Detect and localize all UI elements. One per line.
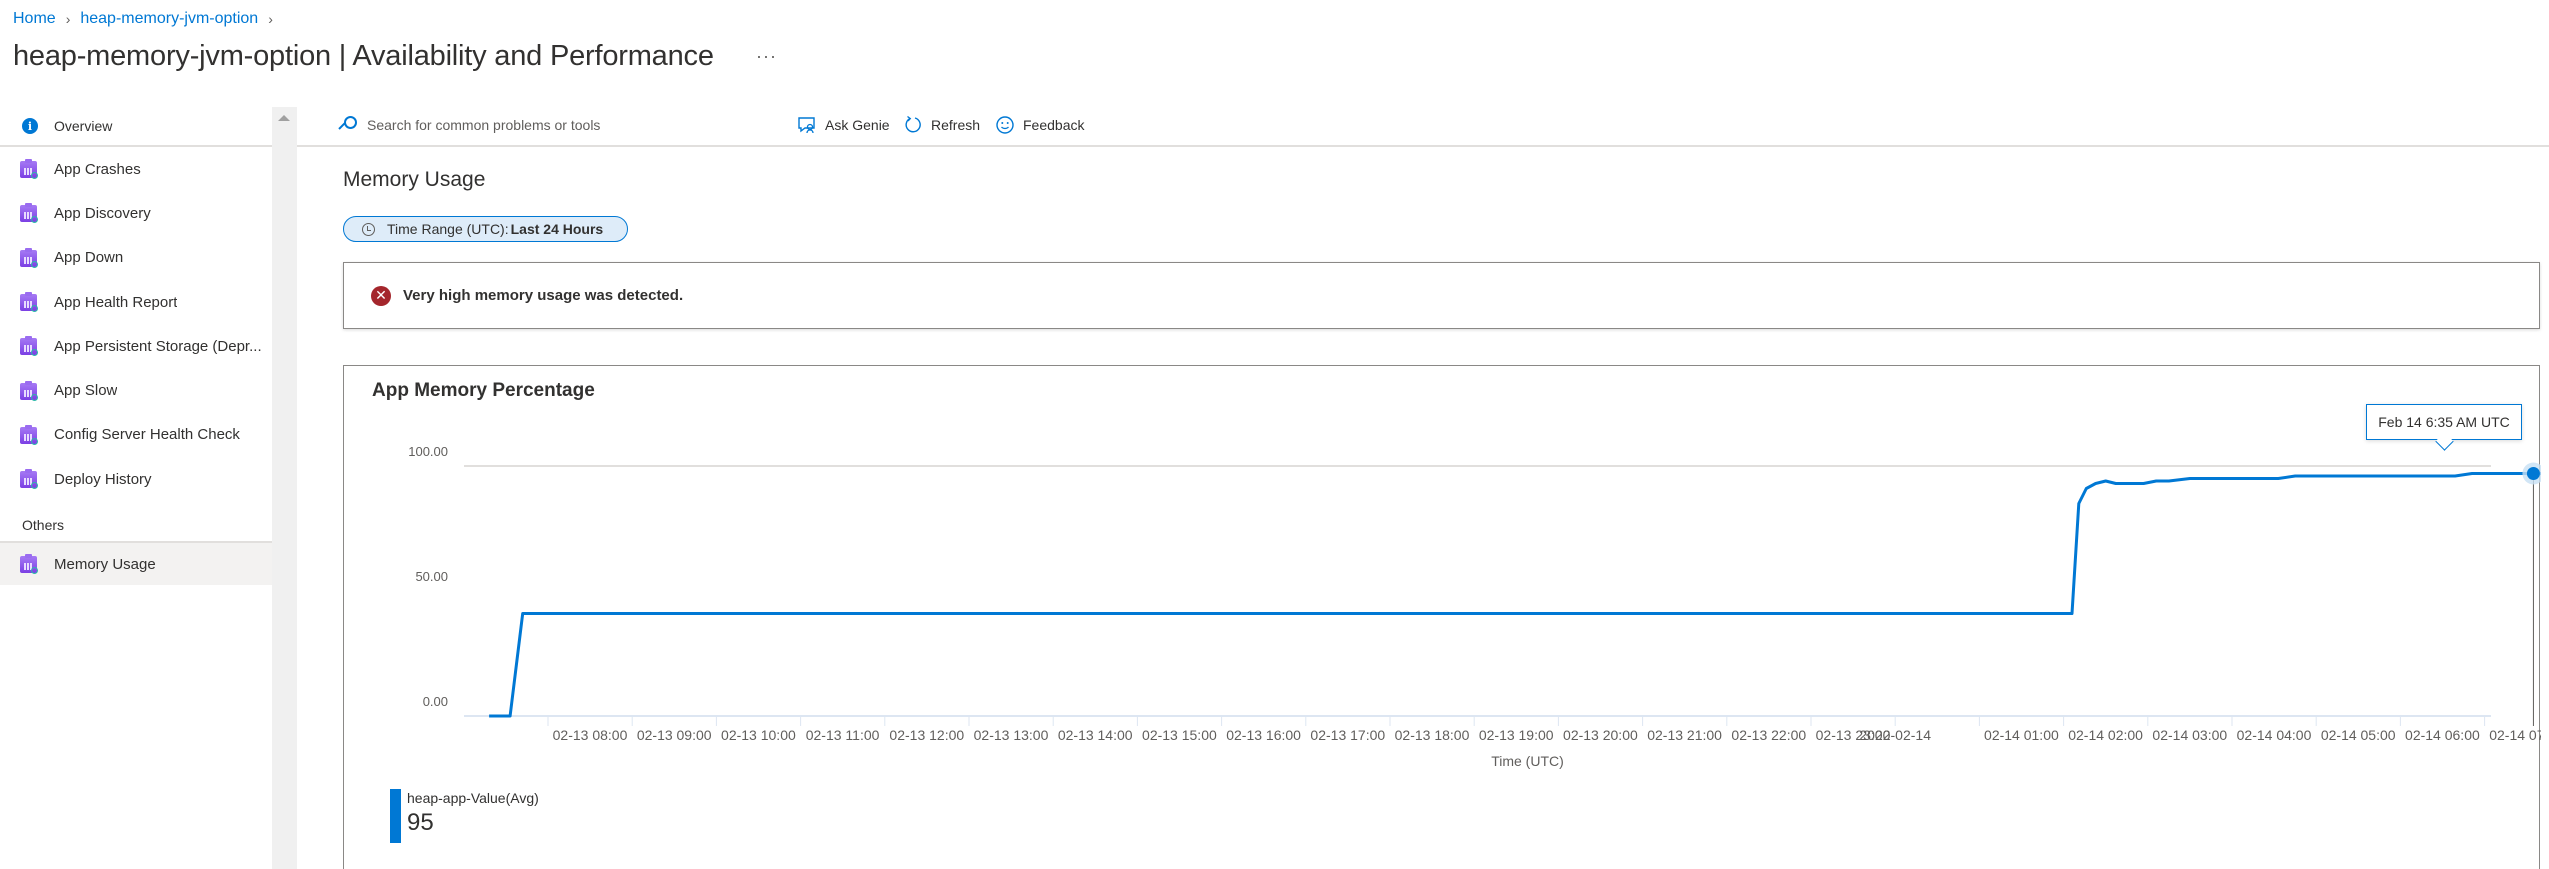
legend-series-name: heap-app-Value(Avg) bbox=[407, 790, 539, 806]
sidebar-item-app-health-report[interactable]: App Health Report bbox=[0, 280, 272, 324]
x-tick-label: 02-13 08:00 bbox=[553, 727, 628, 743]
diagnostic-report-icon bbox=[20, 336, 38, 357]
x-tick-label: 02-13 12:00 bbox=[889, 727, 964, 743]
time-range-prefix: Time Range (UTC): bbox=[387, 221, 509, 237]
time-range-button[interactable]: Time Range (UTC): Last 24 Hours bbox=[343, 216, 628, 242]
x-tick-label: 02-14 02:00 bbox=[2068, 727, 2143, 743]
y-tick-label: 50.00 bbox=[415, 569, 448, 584]
x-tick-label: 02-13 10:00 bbox=[721, 727, 796, 743]
breadcrumb: Home › heap-memory-jvm-option › bbox=[13, 10, 273, 28]
sidebar-item-label: Deploy History bbox=[54, 470, 152, 488]
series-line bbox=[489, 472, 2541, 718]
highlight-point bbox=[2526, 467, 2540, 480]
x-tick-label: 2022-02-14 bbox=[1859, 727, 1931, 743]
x-tick-label: 02-13 22:00 bbox=[1731, 727, 1806, 743]
legend-color-swatch bbox=[390, 789, 401, 843]
diagnostic-report-icon bbox=[20, 424, 38, 445]
scroll-up-arrow-icon[interactable] bbox=[278, 115, 290, 121]
refresh-label: Refresh bbox=[931, 117, 981, 133]
chart-legend[interactable]: heap-app-Value(Avg) 95 bbox=[390, 789, 539, 843]
memory-line-chart[interactable]: 0.00 50.00 100.00 02-13 08:00 02-13 09:00 02-… bbox=[344, 366, 2541, 869]
chevron-right-icon: › bbox=[65, 11, 71, 27]
search-input[interactable]: Search for common problems or tools bbox=[337, 115, 600, 135]
diagnostic-report-icon bbox=[20, 469, 38, 490]
sidebar-group-others: Others bbox=[22, 517, 65, 534]
diagnostic-report-icon bbox=[20, 380, 38, 401]
breadcrumb-home[interactable]: Home bbox=[13, 10, 56, 28]
x-tick-label: 02-13 16:00 bbox=[1226, 727, 1301, 743]
x-tick-label: 02-13 20:00 bbox=[1563, 727, 1638, 743]
x-tick-label: 02-13 21:00 bbox=[1647, 727, 1722, 743]
sidebar-item-app-discovery[interactable]: App Discovery bbox=[0, 191, 272, 235]
sidebar-item-label: App Down bbox=[54, 249, 124, 267]
x-tick-label: 02-13 19:00 bbox=[1479, 727, 1554, 743]
search-icon bbox=[337, 115, 357, 135]
x-tick-label: 02-14 01:00 bbox=[1984, 727, 2059, 743]
chevron-right-icon: › bbox=[268, 11, 273, 27]
sidebar-item-label: App Health Report bbox=[54, 293, 178, 311]
sidebar-item-app-crashes[interactable]: App Crashes bbox=[0, 147, 272, 191]
y-tick-label: 100.00 bbox=[408, 444, 448, 459]
time-range-value: Last 24 Hours bbox=[510, 221, 604, 237]
smiley-icon bbox=[995, 115, 1015, 135]
x-tick-label: 02-13 15:00 bbox=[1142, 727, 1217, 743]
sidebar-item-app-down[interactable]: App Down bbox=[0, 236, 272, 280]
ask-genie-button[interactable]: Ask Genie bbox=[797, 115, 890, 135]
sidebar-item-app-persistent-storage-depr[interactable]: App Persistent Storage (Depr... bbox=[0, 324, 272, 368]
x-tick-label: 02-14 06:00 bbox=[2405, 727, 2480, 743]
toolbar: Search for common problems or tools Ask … bbox=[297, 107, 2549, 147]
page-title: heap-memory-jvm-option | Availability an… bbox=[13, 40, 714, 72]
sidebar-scrollbar[interactable] bbox=[272, 107, 297, 869]
x-tick-label: 02-13 14:00 bbox=[1058, 727, 1133, 743]
diagnostic-report-icon bbox=[20, 554, 38, 575]
sidebar-item-label: App Discovery bbox=[54, 204, 151, 222]
chart-card: App Memory Percentage 0.00 50.00 100.00 02-… bbox=[343, 365, 2541, 869]
ask-genie-label: Ask Genie bbox=[825, 117, 890, 133]
sidebar-item-label: App Slow bbox=[54, 382, 118, 400]
sidebar-item-label: App Persistent Storage (Depr... bbox=[54, 337, 262, 355]
sidebar-item-deploy-history[interactable]: Deploy History bbox=[0, 457, 272, 501]
sidebar: i Overview App Crashes App Discovery App D… bbox=[0, 107, 272, 869]
feedback-button[interactable]: Feedback bbox=[995, 115, 1084, 135]
x-axis-label: Time (UTC) bbox=[1491, 753, 1564, 769]
sidebar-item-config-server-health-check[interactable]: Config Server Health Check bbox=[0, 413, 272, 457]
diagnostic-report-icon bbox=[20, 203, 38, 224]
info-icon: i bbox=[22, 118, 38, 134]
alert-message: Very high memory usage was detected. bbox=[403, 287, 684, 304]
refresh-button[interactable]: Refresh bbox=[903, 115, 980, 135]
genie-chat-icon bbox=[797, 115, 817, 135]
error-icon: ✕ bbox=[371, 285, 391, 306]
chart-tooltip: Feb 14 6:35 AM UTC bbox=[2366, 404, 2522, 440]
alert-banner: ✕ Very high memory usage was detected. bbox=[343, 262, 2540, 329]
sidebar-item-label: Overview bbox=[54, 118, 113, 134]
breadcrumb-resource[interactable]: heap-memory-jvm-option bbox=[80, 10, 258, 28]
x-tick-label: 02-13 11:00 bbox=[806, 727, 880, 743]
x-tick-label: 02-13 18:00 bbox=[1395, 727, 1470, 743]
x-tick-label: 02-14 04:00 bbox=[2237, 727, 2312, 743]
x-tick-label: 02-13 17:00 bbox=[1310, 727, 1385, 743]
sidebar-item-memory-usage[interactable]: Memory Usage bbox=[0, 541, 272, 586]
y-tick-label: 0.00 bbox=[423, 694, 448, 709]
x-tick-label: 02-13 09:00 bbox=[637, 727, 712, 743]
x-tick-label: 02-14 03:00 bbox=[2152, 727, 2227, 743]
diagnostic-report-icon bbox=[20, 159, 38, 180]
legend-series-value: 95 bbox=[407, 809, 434, 836]
x-tick-label: 02-14 05:00 bbox=[2321, 727, 2396, 743]
diagnostic-report-icon bbox=[20, 292, 38, 313]
clock-icon bbox=[362, 222, 375, 236]
x-tick-label: 02-14 07:00 bbox=[2489, 727, 2541, 743]
x-tick-label: 02-13 13:00 bbox=[974, 727, 1049, 743]
diagnostic-report-icon bbox=[20, 247, 38, 268]
more-options-button[interactable]: ··· bbox=[756, 46, 777, 67]
sidebar-item-label: Config Server Health Check bbox=[54, 426, 240, 444]
feedback-label: Feedback bbox=[1023, 117, 1085, 133]
refresh-icon bbox=[903, 115, 923, 135]
sidebar-item-overview[interactable]: i Overview bbox=[0, 107, 272, 147]
sidebar-item-app-slow[interactable]: App Slow bbox=[0, 368, 272, 412]
sidebar-item-label: App Crashes bbox=[54, 160, 141, 178]
sidebar-item-label: Memory Usage bbox=[54, 555, 156, 573]
search-placeholder: Search for common problems or tools bbox=[367, 117, 601, 133]
section-title: Memory Usage bbox=[343, 168, 486, 191]
